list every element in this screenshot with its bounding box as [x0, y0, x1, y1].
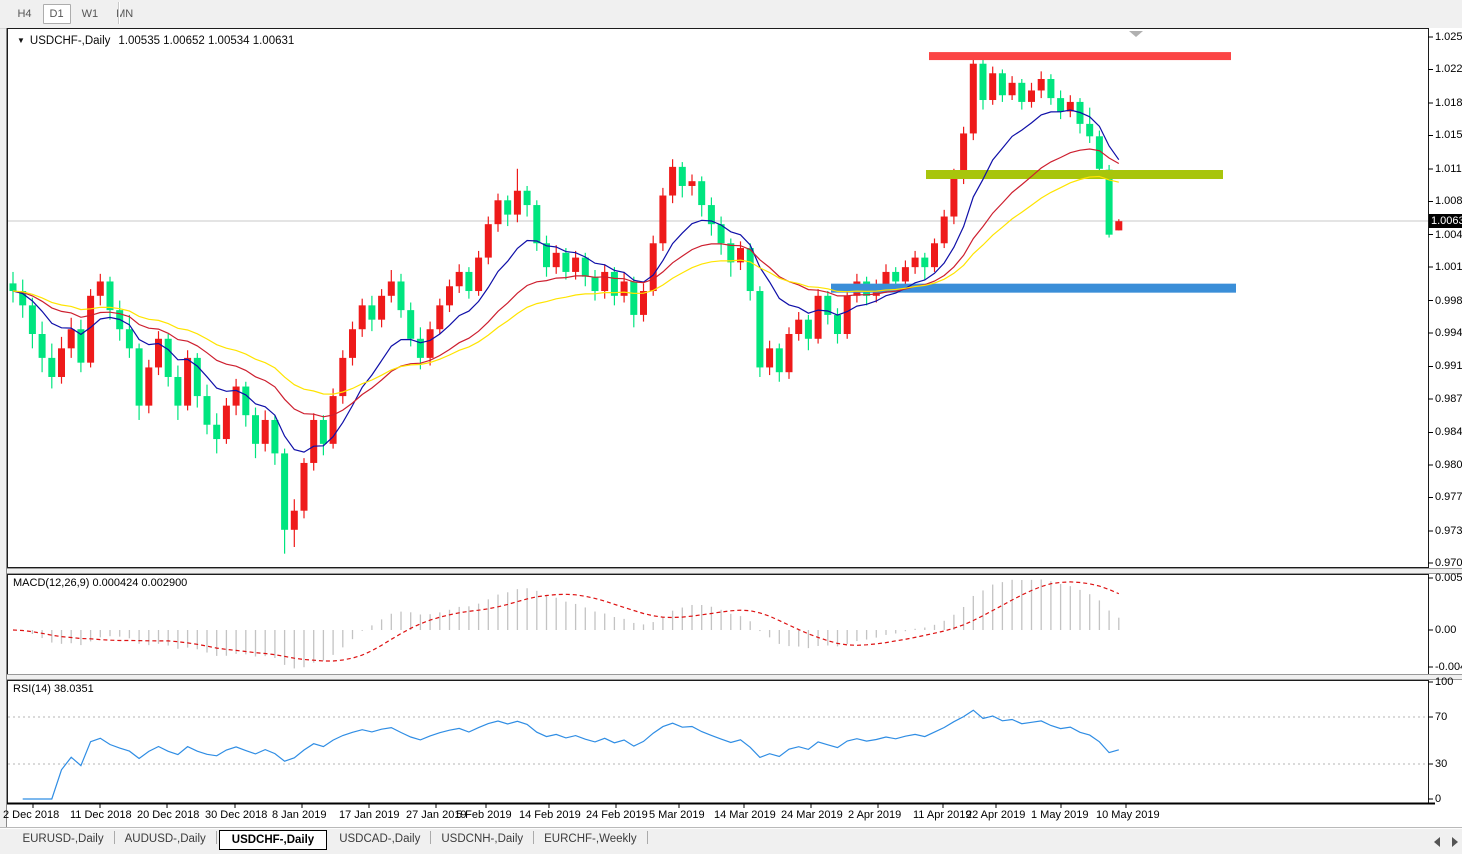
panel-splitter-2[interactable] [7, 674, 1462, 680]
timeframe-button-w1[interactable]: W1 [75, 4, 106, 24]
price-axis-label: 1.02220 [1435, 63, 1462, 75]
date-axis-label: 10 May 2019 [1096, 809, 1160, 821]
mt4-window: H4 D1 W1 MN ▼ USDCHF-,Daily 1.00535 1.00652 1… [0, 0, 1462, 854]
chart-tab-eurchf-weekly[interactable]: EURCHF-,Weekly [534, 828, 646, 845]
chart-tab-usdchf-daily[interactable]: USDCHF-,Daily [218, 830, 328, 850]
date-axis-label: 30 Dec 2018 [205, 809, 268, 821]
broken-support-band[interactable] [926, 170, 1223, 180]
chart-dropdown-icon[interactable]: ▼ [17, 36, 25, 45]
date-axis-label: 2 Dec 2018 [3, 809, 60, 821]
price-axis-label: 0.98770 [1435, 393, 1462, 405]
rsi-axis-label: 0 [1435, 793, 1442, 805]
rsi-indicator-label: RSI(14) 38.0351 [13, 683, 94, 695]
price-axis-label: 0.97390 [1435, 525, 1462, 537]
date-axis-label: 24 Feb 2019 [586, 809, 648, 821]
price-axis-label: 1.01180 [1435, 163, 1462, 175]
toolbar-separator [118, 2, 120, 24]
rsi-axis-label: 100 [1435, 676, 1454, 688]
price-axis-label: 1.00840 [1435, 195, 1462, 207]
price-axis-label: 1.02560 [1435, 31, 1462, 43]
date-axis-label: 5 Feb 2019 [456, 809, 512, 821]
chart-symbol-label: USDCHF-,Daily [29, 35, 111, 47]
price-axis-label: 1.01530 [1435, 129, 1462, 141]
timeframe-button-mn[interactable]: MN [109, 4, 140, 24]
price-axis-label: 0.99110 [1435, 360, 1462, 372]
date-axis-label: 8 Jan 2019 [272, 809, 327, 821]
macd-axis-label: 0.00597 [1435, 572, 1462, 584]
panel-splitter-1[interactable] [7, 568, 1462, 574]
price-axis-label: 0.97050 [1435, 557, 1462, 569]
rsi-axis-label: 70 [1435, 711, 1448, 723]
timeframe-toolbar: H4 D1 W1 MN [0, 0, 1462, 29]
timeframe-button-d1[interactable]: D1 [42, 4, 71, 24]
tab-scroll-right-icon[interactable] [1452, 837, 1458, 847]
date-axis-label: 14 Feb 2019 [519, 809, 581, 821]
price-axis-label: 0.99460 [1435, 327, 1462, 339]
tab-separator [646, 831, 648, 844]
date-axis-label: 20 Dec 2018 [137, 809, 200, 821]
price-axis-label: 0.97740 [1435, 491, 1462, 503]
tab-separator [215, 831, 217, 844]
date-axis-label: 5 Mar 2019 [649, 809, 705, 821]
date-axis-label: 22 Apr 2019 [966, 809, 1026, 821]
date-axis-label: 1 May 2019 [1031, 809, 1089, 821]
price-axis-label: 1.00150 [1435, 261, 1462, 273]
price-axis-label: 0.98420 [1435, 426, 1462, 438]
chart-window: ▼ USDCHF-,Daily 1.00535 1.00652 1.00534 1.… [3, 28, 1462, 827]
date-axis-label: 11 Apr 2019 [913, 809, 972, 821]
rsi-axis-label: 30 [1435, 758, 1448, 770]
macd-indicator-label: MACD(12,26,9) 0.000424 0.002900 [13, 577, 188, 589]
tab-scroll-left-icon[interactable] [1434, 837, 1440, 847]
macd-axis-label: -0.00424 [1435, 661, 1462, 673]
resistance-band[interactable] [929, 52, 1231, 61]
price-axis-label: 0.99800 [1435, 295, 1462, 307]
date-axis-label: 24 Mar 2019 [781, 809, 843, 821]
chart-canvas[interactable] [7, 28, 1462, 827]
chart-tab-audusd-daily[interactable]: AUDUSD-,Daily [115, 828, 216, 845]
date-axis-label: 11 Dec 2018 [70, 809, 132, 821]
chart-tab-usdcad-daily[interactable]: USDCAD-,Daily [329, 828, 430, 845]
date-axis-label: 14 Mar 2019 [714, 809, 776, 821]
price-axis-label: 1.01870 [1435, 97, 1462, 109]
price-axis-label: 0.98080 [1435, 459, 1462, 471]
chart-tab-eurusd-daily[interactable]: EURUSD-,Daily [12, 828, 113, 845]
chart-tab-bar: EURUSD-,Daily AUDUSD-,Daily USDCHF-,Daily U… [0, 827, 1462, 854]
price-axis-label: 1.00490 [1435, 229, 1462, 241]
chart-title: ▼ USDCHF-,Daily 1.00535 1.00652 1.00534 1.… [17, 35, 294, 47]
current-price-tag: 1.00631 [1429, 214, 1462, 228]
date-axis-label: 17 Jan 2019 [339, 809, 400, 821]
date-axis-label: 2 Apr 2019 [848, 809, 902, 821]
chart-ohlc-values: 1.00535 1.00652 1.00534 1.00631 [118, 35, 295, 47]
timeframe-button-h4[interactable]: H4 [10, 4, 38, 24]
macd-axis-label: 0.00 [1435, 624, 1457, 636]
chart-tab-usdcnh-daily[interactable]: USDCNH-,Daily [431, 828, 533, 845]
